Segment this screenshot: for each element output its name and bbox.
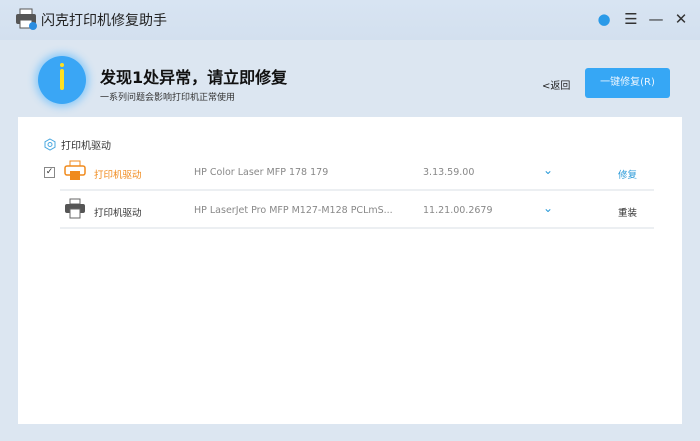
- close-icon[interactable]: ✕: [671, 9, 691, 29]
- alert-title: 发现1处异常，请立即修复: [100, 68, 288, 87]
- fix-all-button[interactable]: 一键修复(R): [585, 68, 670, 98]
- printer-logo-icon: [16, 8, 37, 30]
- driver-model: HP Color Laser MFP 178 179: [194, 167, 329, 178]
- driver-row: ✓ 打印机驱动 HP Color Laser MFP 178 179 3.13.…: [44, 155, 654, 191]
- printer-warning-icon: [64, 160, 86, 180]
- reinstall-button[interactable]: 重装: [618, 205, 637, 219]
- section-header: 打印机驱动: [44, 137, 111, 152]
- info-icon: [38, 56, 86, 104]
- printer-icon: [65, 198, 85, 219]
- hexagon-icon: [44, 138, 56, 151]
- title-bar: 闪克打印机修复助手 ● ☰ — ✕: [0, 0, 700, 40]
- results-panel: 打印机驱动 ✓ 打印机驱动 HP Color Laser MFP 178 179…: [18, 117, 682, 424]
- driver-model: HP LaserJet Pro MFP M127-M128 PCLmS...: [194, 205, 393, 216]
- driver-row: 打印机驱动 HP LaserJet Pro MFP M127-M128 PCLm…: [60, 193, 654, 229]
- driver-version: 11.21.00.2679: [423, 205, 493, 216]
- chevron-down-icon[interactable]: ⌄: [543, 201, 553, 215]
- row-checkbox[interactable]: ✓: [44, 167, 55, 178]
- menu-icon[interactable]: ☰: [621, 9, 641, 29]
- app-title: 闪克打印机修复助手: [41, 13, 167, 29]
- repair-button[interactable]: 修复: [618, 167, 637, 181]
- driver-name: 打印机驱动: [94, 170, 142, 181]
- driver-version: 3.13.59.00: [423, 167, 475, 178]
- back-link[interactable]: <返回: [542, 77, 570, 92]
- user-icon[interactable]: ●: [594, 9, 614, 29]
- driver-name: 打印机驱动: [94, 208, 142, 219]
- alert-subtitle: 一系列问题会影响打印机正常使用: [100, 93, 236, 103]
- chevron-down-icon[interactable]: ⌄: [543, 163, 553, 177]
- minimize-icon[interactable]: —: [646, 9, 666, 29]
- section-label: 打印机驱动: [61, 141, 111, 152]
